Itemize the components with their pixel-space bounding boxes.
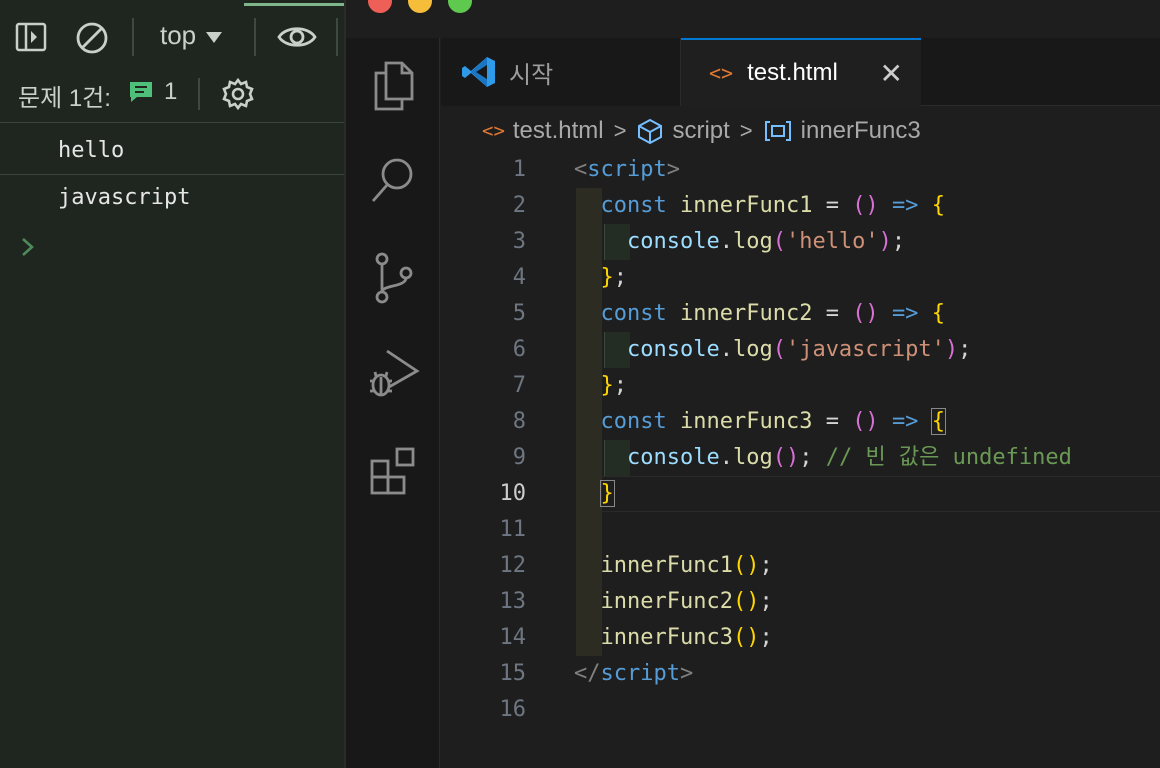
toggle-sidebar-icon[interactable] bbox=[14, 20, 48, 54]
code-line: }; bbox=[600, 265, 628, 290]
code-line: const innerFunc2 = () => { bbox=[600, 301, 945, 326]
code-line: console.log(); // 빈 값은 undefined bbox=[626, 445, 1072, 470]
code-line: } bbox=[599, 480, 615, 507]
breadcrumb-file[interactable]: test.html bbox=[513, 117, 604, 145]
console-prompt-chevron-icon[interactable] bbox=[18, 234, 38, 265]
search-icon[interactable] bbox=[366, 152, 422, 208]
editor-tab-bar: 시작 <> test.html ✕ bbox=[441, 38, 1160, 106]
code-line: innerFunc1(); bbox=[600, 553, 773, 578]
window-maximize-button[interactable] bbox=[448, 0, 472, 13]
tab-label: 시작 bbox=[509, 61, 554, 89]
line-number: 12 bbox=[499, 553, 527, 578]
active-panel-indicator bbox=[244, 3, 344, 6]
line-number: 14 bbox=[499, 625, 527, 650]
chevron-right-icon: > bbox=[739, 118, 753, 143]
code-line: <script> bbox=[574, 157, 680, 182]
console-log-message: javascript bbox=[58, 185, 191, 210]
clear-console-icon[interactable] bbox=[74, 20, 110, 56]
console-log-message: hello bbox=[58, 138, 125, 163]
line-number: 13 bbox=[499, 589, 527, 614]
issues-label: 문제 1건: bbox=[18, 85, 111, 112]
line-number: 11 bbox=[499, 517, 527, 542]
activity-bar bbox=[346, 38, 440, 768]
code-line: const innerFunc3 = () => { bbox=[600, 408, 946, 435]
console-settings-gear-icon[interactable] bbox=[220, 76, 256, 112]
run-and-debug-icon[interactable] bbox=[366, 346, 422, 402]
code-editor[interactable]: 1 <script> 2 const innerFunc1 = () => { 3… bbox=[441, 152, 1160, 768]
line-number: 1 bbox=[512, 157, 526, 182]
line-number: 3 bbox=[512, 229, 526, 254]
code-line: console.log('javascript'); bbox=[626, 337, 972, 362]
window-close-button[interactable] bbox=[368, 0, 392, 13]
context-selector[interactable]: top bbox=[160, 20, 223, 51]
vscode-logo-icon bbox=[462, 57, 495, 87]
code-line: </script> bbox=[574, 661, 694, 686]
module-cube-icon bbox=[638, 118, 663, 145]
line-number: 6 bbox=[512, 337, 526, 362]
toolbar-separator bbox=[336, 18, 338, 56]
explorer-files-icon[interactable] bbox=[366, 58, 422, 114]
line-number: 7 bbox=[512, 373, 526, 398]
devtools-console-panel: top 문제 1건: 1 hello javascript bbox=[0, 0, 344, 768]
tab-test-html[interactable]: <> test.html ✕ bbox=[681, 38, 921, 106]
html-file-icon: <> bbox=[482, 120, 505, 142]
line-number: 10 bbox=[499, 481, 527, 506]
chevron-right-icon: > bbox=[613, 118, 627, 143]
line-number: 8 bbox=[512, 409, 526, 434]
vscode-window: 시작 <> test.html ✕ <> test.html > script … bbox=[344, 0, 1160, 768]
code-line: console.log('hello'); bbox=[626, 229, 906, 254]
line-number: 4 bbox=[512, 265, 526, 290]
breadcrumb-member[interactable]: innerFunc3 bbox=[801, 117, 921, 145]
breadcrumb-symbol[interactable]: script bbox=[672, 117, 729, 145]
breadcrumb: <> test.html > script > innerFunc3 bbox=[482, 114, 921, 148]
chevron-down-icon bbox=[206, 31, 223, 43]
window-minimize-button[interactable] bbox=[408, 0, 432, 13]
issue-message-icon bbox=[130, 82, 152, 102]
line-number: 16 bbox=[499, 697, 527, 722]
code-line: }; bbox=[600, 373, 628, 398]
tab-label: test.html bbox=[747, 59, 838, 86]
extensions-icon[interactable] bbox=[366, 442, 422, 498]
issues-counter-button[interactable]: 1 bbox=[128, 78, 177, 106]
toolbar-separator bbox=[254, 18, 256, 56]
console-divider bbox=[0, 122, 344, 123]
line-number: 2 bbox=[512, 193, 526, 218]
issues-count: 1 bbox=[164, 78, 178, 105]
close-icon[interactable]: ✕ bbox=[880, 57, 903, 90]
code-line: innerFunc3(); bbox=[600, 625, 773, 650]
code-line: const innerFunc1 = () => { bbox=[600, 193, 945, 218]
tab-welcome[interactable]: 시작 bbox=[441, 38, 681, 106]
console-row-divider bbox=[0, 174, 344, 175]
html-file-icon: <> bbox=[709, 61, 734, 85]
line-number: 15 bbox=[499, 661, 527, 686]
toolbar-separator bbox=[198, 78, 200, 110]
variable-symbol-icon bbox=[764, 121, 791, 141]
line-number: 5 bbox=[512, 301, 526, 326]
toolbar-separator bbox=[132, 18, 134, 56]
source-control-icon[interactable] bbox=[366, 250, 422, 306]
context-label: top bbox=[160, 20, 197, 50]
live-expression-eye-icon[interactable] bbox=[274, 20, 320, 54]
code-line: innerFunc2(); bbox=[600, 589, 773, 614]
line-number: 9 bbox=[512, 445, 526, 470]
